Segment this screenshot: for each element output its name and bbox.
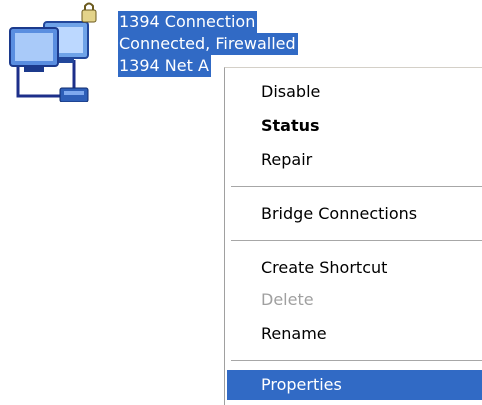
context-menu: Disable Status Repair Bridge Connections… [224,67,482,405]
menu-item-status[interactable]: Status [227,111,482,141]
menu-item-disable[interactable]: Disable [227,77,482,107]
desktop-window: 1394 Connection Connected, Firewalled 13… [0,0,482,405]
menu-separator [231,240,482,241]
menu-item-repair[interactable]: Repair [227,145,482,175]
network-connection-icon-graphic [9,2,97,103]
menu-item-bridge-connections[interactable]: Bridge Connections [227,199,482,229]
connection-name: 1394 Connection [118,11,258,33]
menu-item-delete: Delete [261,290,314,309]
menu-item-rename[interactable]: Rename [227,319,482,349]
connection-device: 1394 Net A [118,55,211,77]
menu-item-properties[interactable]: Properties [227,370,482,400]
menu-separator [231,360,482,361]
connection-status: Connected, Firewalled [118,33,298,55]
menu-item-create-shortcut[interactable]: Create Shortcut [227,253,482,283]
menu-separator [231,186,482,187]
network-connection-icon[interactable] [4,2,112,103]
